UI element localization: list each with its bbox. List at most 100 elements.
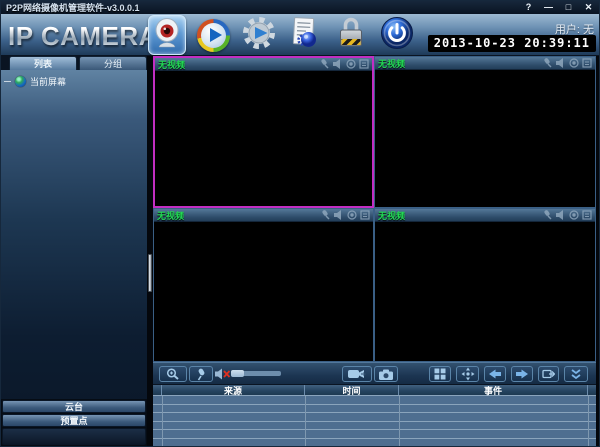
gear-icon bbox=[242, 16, 276, 55]
volume-slider[interactable] bbox=[231, 371, 281, 376]
close-button[interactable]: ✕ bbox=[583, 2, 594, 13]
audio-mute-indicator[interactable] bbox=[215, 368, 231, 380]
talk-button[interactable] bbox=[189, 366, 213, 382]
video-status-label: 无视频 bbox=[157, 209, 184, 222]
live-view-button[interactable] bbox=[148, 15, 186, 55]
mic-icon[interactable] bbox=[544, 58, 553, 68]
datetime-display: 2013-10-23 20:39:11 bbox=[428, 35, 596, 52]
microphone-icon bbox=[195, 368, 207, 381]
speaker-icon[interactable] bbox=[556, 58, 566, 68]
tab-group[interactable]: 分组 bbox=[79, 56, 147, 70]
event-table-header: 来源 时间 事件 bbox=[153, 385, 596, 396]
record-icon[interactable] bbox=[569, 210, 579, 220]
video-panel-header: 无视频 bbox=[375, 209, 595, 222]
speaker-icon[interactable] bbox=[333, 59, 343, 69]
device-tree: 当前屏幕 bbox=[1, 70, 147, 399]
digital-zoom-button[interactable] bbox=[159, 366, 187, 382]
window-title: P2P网络摄像机管理软件-v3.0.0.1 bbox=[6, 1, 140, 14]
event-table-body[interactable] bbox=[153, 396, 596, 446]
record-icon[interactable] bbox=[569, 58, 579, 68]
mic-icon[interactable] bbox=[544, 210, 553, 220]
sidebar-tabs: 列表 分组 bbox=[1, 56, 147, 70]
column-divider bbox=[399, 396, 400, 446]
file-icon[interactable] bbox=[360, 210, 370, 220]
file-icon[interactable] bbox=[582, 210, 592, 220]
file-icon[interactable] bbox=[359, 59, 369, 69]
sidebar-splitter[interactable] bbox=[147, 56, 153, 446]
help-button[interactable]: ? bbox=[523, 2, 534, 13]
snapshot-button[interactable] bbox=[374, 366, 398, 382]
next-page-button[interactable] bbox=[511, 366, 533, 382]
video-panel[interactable]: 无视频 bbox=[153, 56, 374, 208]
speaker-icon[interactable] bbox=[334, 210, 344, 220]
event-table: 来源 时间 事件 bbox=[153, 384, 596, 446]
app-logo: IP CAMERA bbox=[8, 21, 158, 52]
log-button[interactable] bbox=[286, 15, 324, 55]
table-row[interactable] bbox=[153, 413, 596, 422]
power-icon bbox=[380, 16, 414, 55]
arrow-right-icon bbox=[515, 369, 529, 379]
preset-button[interactable]: 预置点 bbox=[2, 414, 146, 427]
titlebar: P2P网络摄像机管理软件-v3.0.0.1 ? — □ ✕ bbox=[1, 1, 599, 14]
record-video-button[interactable] bbox=[342, 366, 372, 382]
record-icon[interactable] bbox=[347, 210, 357, 220]
main-toolbar bbox=[148, 14, 416, 56]
record-icon[interactable] bbox=[346, 59, 356, 69]
column-header-time[interactable]: 时间 bbox=[305, 385, 399, 395]
table-row[interactable] bbox=[153, 430, 596, 439]
mic-icon[interactable] bbox=[321, 59, 330, 69]
video-panel[interactable]: 无视频 bbox=[153, 208, 374, 362]
expand-events-button[interactable] bbox=[564, 366, 588, 382]
fullscreen-switch-button[interactable] bbox=[538, 366, 559, 382]
file-icon[interactable] bbox=[582, 58, 592, 68]
video-panel-header: 无视频 bbox=[375, 57, 595, 70]
ptz-button[interactable]: 云台 bbox=[2, 400, 146, 413]
settings-button[interactable] bbox=[240, 15, 278, 55]
playback-button[interactable] bbox=[194, 15, 232, 55]
webcam-icon bbox=[154, 18, 180, 53]
video-canvas[interactable] bbox=[375, 70, 595, 207]
video-canvas[interactable] bbox=[155, 71, 372, 206]
table-row[interactable] bbox=[153, 405, 596, 414]
tree-item-current-screen[interactable]: 当前屏幕 bbox=[4, 75, 144, 88]
camera-icon bbox=[378, 368, 394, 381]
tree-expander-icon[interactable] bbox=[4, 81, 11, 82]
magnifier-icon bbox=[165, 368, 181, 380]
column-header-event[interactable]: 事件 bbox=[399, 385, 588, 395]
volume-slider-handle[interactable] bbox=[231, 370, 244, 377]
swap-window-icon bbox=[542, 368, 555, 380]
prev-page-button[interactable] bbox=[484, 366, 506, 382]
mic-icon[interactable] bbox=[322, 210, 331, 220]
splitter-handle-icon[interactable] bbox=[148, 254, 152, 292]
lock-icon bbox=[336, 16, 366, 55]
control-bar bbox=[153, 362, 596, 384]
video-panel[interactable]: 无视频 bbox=[374, 208, 596, 362]
table-row[interactable] bbox=[153, 396, 596, 405]
video-panel-header: 无视频 bbox=[154, 209, 373, 222]
speaker-icon[interactable] bbox=[556, 210, 566, 220]
column-header-source[interactable]: 来源 bbox=[162, 385, 305, 395]
video-panel[interactable]: 无视频 bbox=[374, 56, 596, 208]
table-row[interactable] bbox=[153, 422, 596, 431]
grid-layout-button[interactable] bbox=[429, 366, 451, 382]
video-panel-header: 无视频 bbox=[155, 58, 372, 71]
video-canvas[interactable] bbox=[375, 222, 595, 361]
lock-button[interactable] bbox=[332, 15, 370, 55]
minimize-button[interactable]: — bbox=[543, 2, 554, 13]
video-canvas[interactable] bbox=[154, 222, 373, 361]
video-status-label: 无视频 bbox=[378, 57, 405, 70]
pan-icon bbox=[461, 367, 475, 381]
table-row[interactable] bbox=[153, 439, 596, 447]
header: IP CAMERA bbox=[1, 14, 599, 56]
sidebar-bottom-buttons: 云台 预置点 bbox=[1, 399, 147, 446]
power-button[interactable] bbox=[378, 15, 416, 55]
pan-control-button[interactable] bbox=[456, 366, 479, 382]
main-area: 无视频 无视频 bbox=[153, 56, 599, 446]
tab-list[interactable]: 列表 bbox=[9, 56, 77, 70]
grid-icon bbox=[434, 368, 446, 380]
column-divider bbox=[588, 396, 589, 446]
maximize-button[interactable]: □ bbox=[563, 2, 574, 13]
video-status-label: 无视频 bbox=[378, 209, 405, 222]
video-grid: 无视频 无视频 bbox=[153, 56, 596, 362]
chevron-double-down-icon bbox=[569, 369, 583, 380]
